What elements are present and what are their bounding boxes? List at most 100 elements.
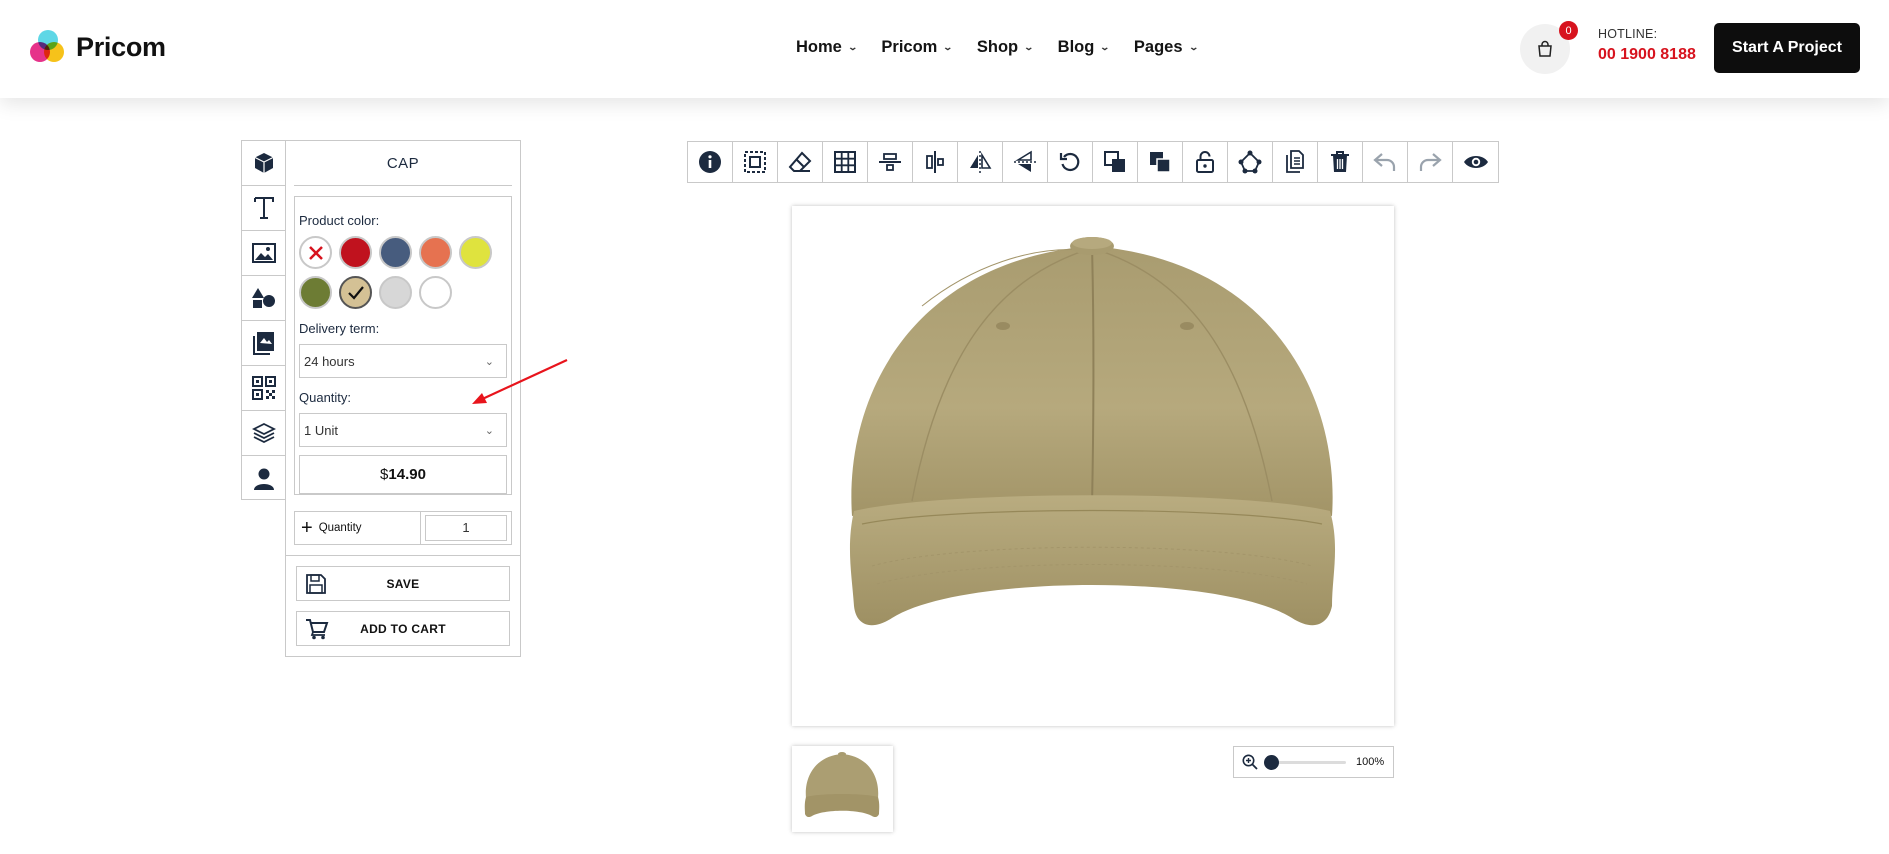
chevron-down-icon: ⌄ <box>1188 42 1199 52</box>
plus-icon: + <box>301 517 313 539</box>
tool-clear[interactable] <box>778 142 823 182</box>
save-icon <box>306 574 326 594</box>
zoom-slider-handle[interactable] <box>1264 754 1279 770</box>
hotline-label: HOTLINE: <box>1598 27 1658 41</box>
logo[interactable]: Pricom <box>30 30 166 64</box>
nav-item-pages[interactable]: Pages ⌄ <box>1133 38 1199 57</box>
tool-flip-vertical[interactable] <box>1003 142 1048 182</box>
tab-layers[interactable] <box>242 411 285 456</box>
align-center-vertical-icon <box>926 151 944 173</box>
swatch-white[interactable] <box>419 276 452 309</box>
swatch-orange[interactable] <box>419 236 452 269</box>
layers-icon <box>251 422 276 444</box>
zoom-control: 100% <box>1233 746 1394 778</box>
tab-product[interactable] <box>242 141 285 186</box>
tool-delete[interactable] <box>1318 142 1363 182</box>
flip-horizontal-icon <box>970 151 992 173</box>
site-header: Pricom Home ⌄ Pricom ⌄ Shop ⌄ Blog ⌄ Pages ⌄ … <box>0 0 1889 98</box>
zoom-in-icon[interactable] <box>1242 754 1258 770</box>
swatch-none[interactable] <box>299 236 332 269</box>
chevron-down-icon: ⌄ <box>484 424 494 437</box>
add-to-cart-button[interactable]: ADD TO CART <box>296 611 510 646</box>
swatch-olive[interactable] <box>299 276 332 309</box>
add-quantity-label: Quantity <box>318 522 362 534</box>
tool-align-vertical[interactable] <box>913 142 958 182</box>
add-quantity-button[interactable]: + Quantity <box>295 512 421 544</box>
text-icon <box>253 197 274 219</box>
image-icon <box>251 243 276 263</box>
color-swatches <box>299 236 504 316</box>
nav-item-shop[interactable]: Shop ⌄ <box>977 38 1034 57</box>
product-color-label: Product color: <box>299 213 380 228</box>
grid-icon <box>834 151 856 173</box>
logo-mark-icon <box>30 30 66 64</box>
tab-user[interactable] <box>242 456 285 501</box>
panel-title: CAP <box>294 141 512 186</box>
main-nav: Home ⌄ Pricom ⌄ Shop ⌄ Blog ⌄ Pages ⌄ <box>796 38 1222 57</box>
tool-flip-horizontal[interactable] <box>958 142 1003 182</box>
tool-group[interactable] <box>1228 142 1273 182</box>
tool-duplicate[interactable] <box>1273 142 1318 182</box>
product-options-box: Product color: Delivery term: 24 hours ⌄… <box>294 196 512 495</box>
select-icon <box>744 151 766 173</box>
save-button[interactable]: SAVE <box>296 566 510 601</box>
tool-lock[interactable] <box>1183 142 1228 182</box>
tab-templates[interactable] <box>242 321 285 366</box>
redo-icon <box>1419 153 1442 171</box>
add-quantity-row: + Quantity 1 <box>294 511 512 545</box>
zoom-value: 100% <box>1356 756 1385 768</box>
annotation-arrow <box>472 359 568 404</box>
tool-grid[interactable] <box>823 142 868 182</box>
tool-redo[interactable] <box>1408 142 1453 182</box>
delivery-term-value: 24 hours <box>304 353 355 369</box>
quantity-select[interactable]: 1 Unit ⌄ <box>299 413 507 447</box>
swatch-tan[interactable] <box>339 276 372 309</box>
info-icon <box>699 151 721 173</box>
tool-info[interactable] <box>688 142 733 182</box>
duplicate-icon <box>1286 150 1304 173</box>
swatch-red[interactable] <box>339 236 372 269</box>
nav-item-blog[interactable]: Blog ⌄ <box>1057 38 1111 57</box>
tab-image[interactable] <box>242 231 285 276</box>
cap-thumbnail-image <box>804 752 880 818</box>
nav-label: Pages <box>1133 38 1183 56</box>
start-project-button[interactable]: Start A Project <box>1714 23 1860 73</box>
hotline-number[interactable]: 00 1900 8188 <box>1598 46 1696 64</box>
divider <box>286 555 520 556</box>
designer-side-tabs <box>241 140 286 500</box>
tool-undo[interactable] <box>1363 142 1408 182</box>
tab-text[interactable] <box>242 186 285 231</box>
tool-bring-forward[interactable] <box>1093 142 1138 182</box>
swatch-light-gray[interactable] <box>379 276 412 309</box>
design-toolbar <box>687 141 1499 183</box>
tab-qr-code[interactable] <box>242 366 285 411</box>
shopping-bag-icon <box>1538 40 1552 57</box>
nav-label: Blog <box>1057 38 1095 56</box>
align-center-horizontal-icon <box>879 153 901 171</box>
trash-icon <box>1331 151 1349 172</box>
tool-rotate[interactable] <box>1048 142 1093 182</box>
qr-code-icon <box>251 376 276 400</box>
tool-send-backward[interactable] <box>1138 142 1183 182</box>
swatch-lime[interactable] <box>459 236 492 269</box>
cap-product-image <box>849 237 1336 626</box>
chevron-down-icon: ⌄ <box>847 42 858 52</box>
eraser-icon <box>788 151 812 172</box>
product-thumbnail[interactable] <box>792 746 893 832</box>
nav-item-home[interactable]: Home ⌄ <box>796 38 858 57</box>
product-icon <box>254 153 273 173</box>
tab-shapes[interactable] <box>242 276 285 321</box>
checkmark-icon <box>347 285 364 300</box>
swatch-slate-blue[interactable] <box>379 236 412 269</box>
send-backward-icon <box>1150 152 1171 173</box>
tool-select-all[interactable] <box>733 142 778 182</box>
nav-item-pricom[interactable]: Pricom ⌄ <box>881 38 953 57</box>
delivery-term-label: Delivery term: <box>299 321 380 336</box>
design-canvas[interactable] <box>792 206 1394 726</box>
tool-preview[interactable] <box>1453 142 1498 182</box>
quantity-input[interactable]: 1 <box>425 515 507 541</box>
templates-icon <box>252 332 274 355</box>
tool-align-horizontal[interactable] <box>868 142 913 182</box>
zoom-slider[interactable] <box>1264 754 1346 770</box>
cart-count-badge: 0 <box>1559 21 1578 40</box>
